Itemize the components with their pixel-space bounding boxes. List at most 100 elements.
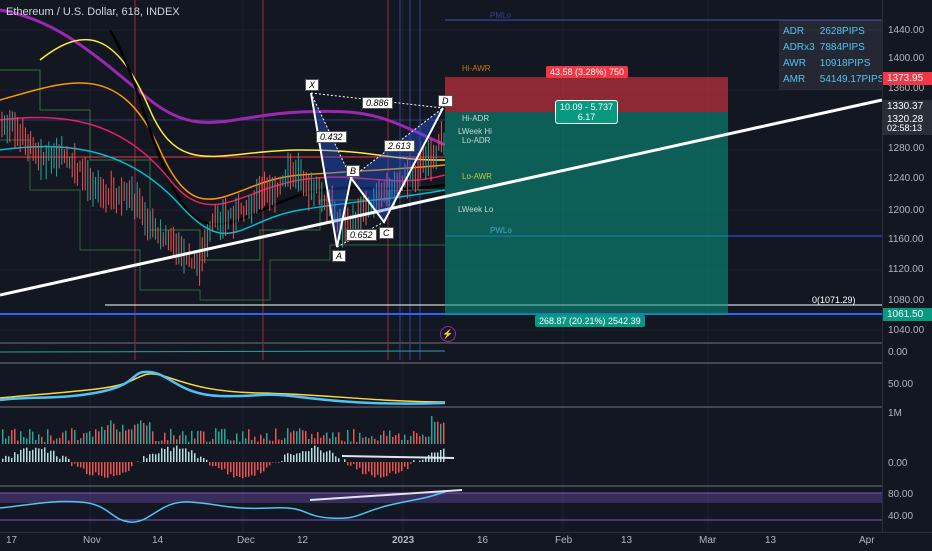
histogram-bar [251, 462, 253, 475]
volume-bar [149, 422, 151, 444]
volume-bar [107, 425, 109, 444]
histogram-bar [152, 454, 154, 462]
histogram-bar [47, 453, 49, 462]
level-label: LWeek Hi [458, 127, 492, 136]
histogram-bar [278, 462, 280, 463]
histogram-bar [23, 448, 25, 462]
time-axis[interactable] [0, 532, 932, 551]
volume-bar [407, 440, 409, 444]
volume-bar [233, 440, 235, 444]
histogram-bar [119, 462, 121, 475]
price-tick: 1120.00 [883, 264, 932, 275]
histogram-bar [422, 460, 424, 462]
histogram-bar [257, 462, 259, 470]
histogram-bar [170, 451, 172, 462]
volume-bar [329, 438, 331, 444]
volume-bar [215, 428, 217, 444]
volume-bar [203, 432, 205, 444]
price-tag-current: 1330.37 [883, 100, 932, 113]
symbol-title[interactable]: Ethereum / U.S. Dollar, 618, INDEX [6, 6, 180, 18]
chart-root[interactable]: Ethereum / U.S. Dollar, 618, INDEX ADR 2… [0, 0, 932, 550]
volume-bar [380, 435, 382, 444]
volume-bar [401, 440, 403, 444]
histogram-bar [329, 450, 331, 462]
volume-bar [443, 423, 445, 444]
histogram-bar [155, 454, 157, 462]
volume-bar [86, 433, 88, 444]
target-label[interactable]: 268.87 (20.21%) 2542.39 [535, 315, 645, 327]
volume-bar [80, 438, 82, 444]
pane-axis-macd-zero: 0.00 [883, 458, 932, 469]
pane-axis-volume-zero: 0.00 [883, 347, 932, 358]
volume-bar [185, 435, 187, 444]
histogram-bar [209, 462, 211, 465]
histogram-bar [296, 453, 298, 462]
histogram-bar [44, 447, 46, 462]
histogram-bar [299, 453, 301, 462]
volume-bar [362, 438, 364, 444]
pattern-point-b[interactable]: B [346, 165, 360, 177]
histogram-bar [92, 462, 94, 475]
lightning-icon[interactable]: ⚡ [440, 326, 456, 342]
pattern-point-x[interactable]: X [305, 79, 319, 91]
histogram-bar [161, 448, 163, 462]
volume-bar [161, 440, 163, 444]
volume-bar [284, 438, 286, 444]
volume-bar [212, 439, 214, 444]
volume-bar [134, 425, 136, 444]
volume-bar [176, 439, 178, 444]
pane-axis-stoch-80: 80.00 [883, 489, 932, 500]
pane1-line [0, 351, 445, 352]
pattern-point-c[interactable]: C [379, 227, 394, 239]
stop-label[interactable]: 43.58 (3.28%) 750 [546, 66, 628, 78]
histogram-bar [107, 462, 109, 478]
volume-bar [206, 442, 208, 444]
risk-reward-line2: 6.17 [560, 112, 613, 122]
price-tick: 1280.00 [883, 143, 932, 154]
histogram-bar [311, 448, 313, 462]
volume-bar [83, 433, 85, 444]
volume-bar [386, 436, 388, 444]
histogram-bar [125, 462, 127, 472]
price-tick: 1080.00 [883, 295, 932, 306]
price-axis[interactable]: 1440.00 1400.00 1360.00 1280.00 1240.00 … [882, 0, 932, 532]
volume-bar [170, 429, 172, 444]
bar-countdown: 02:58:13 [883, 122, 932, 135]
volume-bar [320, 438, 322, 444]
volume-bar [434, 422, 436, 444]
histogram-bar [98, 462, 100, 475]
histogram-bar [344, 459, 346, 462]
histogram-bar [95, 462, 97, 472]
time-tick: 16 [477, 535, 488, 546]
volume-bar [257, 441, 259, 444]
pattern-point-a[interactable]: A [332, 250, 346, 262]
volume-bar [62, 432, 64, 444]
zero-level-label: 0(1071.29) [812, 295, 856, 305]
volume-bar [71, 428, 73, 444]
volume-bar [230, 440, 232, 444]
histogram-bar [383, 462, 385, 477]
time-tick: Dec [237, 535, 255, 546]
volume-bars [2, 416, 445, 444]
time-tick: Mar [699, 535, 716, 546]
histogram-bar [74, 462, 76, 464]
volume-bar [104, 430, 106, 444]
stats-row-adrx3: ADRx3 7884PIPS [783, 41, 865, 55]
volume-bar [56, 439, 58, 444]
histogram-bar [221, 462, 223, 470]
histogram-bar [227, 462, 229, 474]
time-tick: 17 [6, 535, 17, 546]
volume-bar [152, 431, 154, 444]
volume-bar [293, 431, 295, 444]
histogram-bar [356, 462, 358, 470]
pane-axis-volume-1m: 1M [883, 408, 932, 419]
volume-bar [92, 437, 94, 444]
volume-bar [311, 434, 313, 444]
volume-bar [95, 429, 97, 444]
volume-bar [17, 441, 19, 444]
volume-bar [296, 431, 298, 444]
histogram-bar [59, 459, 61, 462]
risk-reward-label[interactable]: 10.09 - 5.737 6.17 [555, 100, 618, 124]
histogram-bar [104, 462, 106, 478]
pattern-point-d[interactable]: D [438, 95, 453, 107]
